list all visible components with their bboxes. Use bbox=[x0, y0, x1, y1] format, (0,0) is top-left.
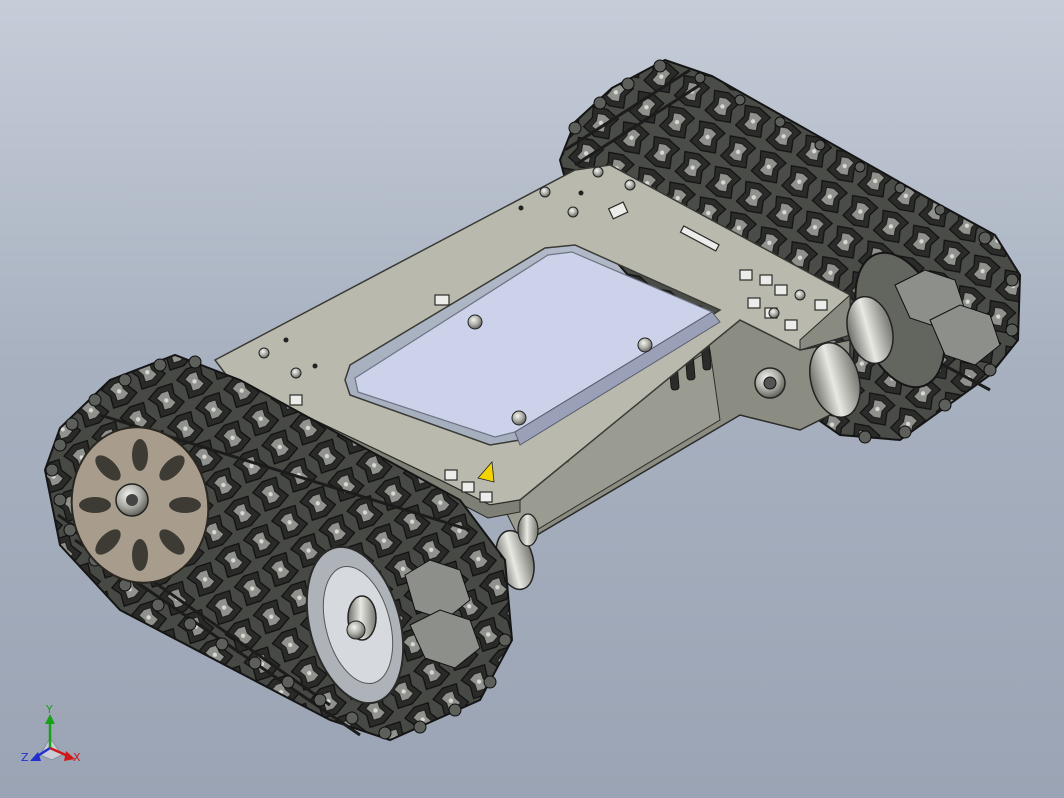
cad-viewport[interactable]: Y X Z bbox=[0, 0, 1064, 798]
x-axis-label: X bbox=[73, 751, 81, 764]
coordinate-triad[interactable]: Y X Z bbox=[21, 703, 81, 764]
y-axis-label: Y bbox=[45, 703, 53, 716]
z-axis-label: Z bbox=[21, 751, 29, 764]
